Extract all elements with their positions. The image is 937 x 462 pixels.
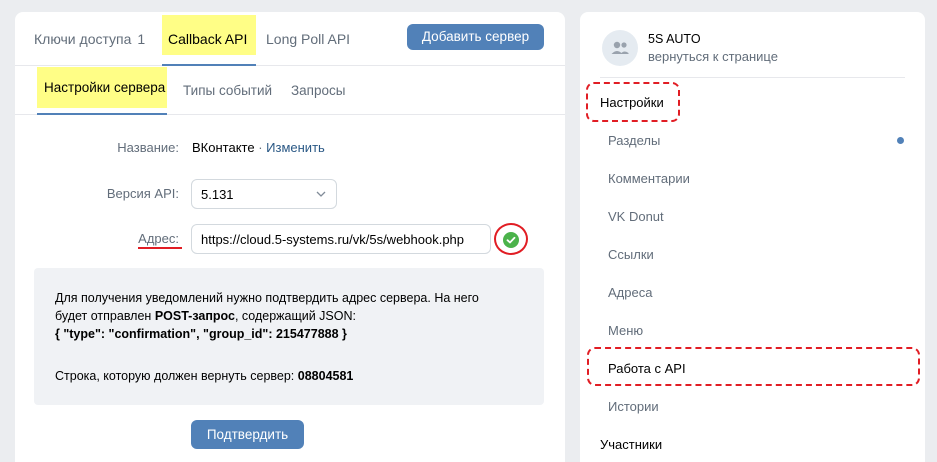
change-name-link[interactable]: Изменить (266, 140, 325, 155)
tab-server-settings[interactable]: Настройки сервера (37, 67, 167, 108)
info-line-3: { "type": "confirmation", "group_id": 21… (55, 325, 347, 343)
subtab-active-indicator (37, 113, 167, 115)
tab-requests[interactable]: Запросы (291, 83, 345, 98)
sidebar-item-sections[interactable]: Разделы (608, 133, 660, 148)
avatar[interactable] (602, 30, 638, 66)
info-line-2-suffix: , содержащий JSON: (234, 309, 356, 323)
group-name: 5S AUTO (648, 32, 701, 46)
info-line-2-prefix: будет отправлен (55, 309, 155, 323)
tab-access-keys[interactable]: Ключи доступа 1 (34, 31, 145, 47)
check-circle-icon (503, 232, 519, 248)
sidebar-item-api[interactable]: Работа с API (608, 361, 686, 376)
tab-server-settings-label: Настройки сервера (44, 80, 166, 95)
api-version-value: 5.131 (201, 187, 234, 202)
address-label-annotation (138, 247, 182, 249)
confirm-button[interactable]: Подтвердить (191, 420, 304, 449)
sidebar-section-settings[interactable]: Настройки (600, 95, 664, 110)
tab-event-types-label: Типы событий (183, 83, 273, 98)
info-line-4: Строка, которую должен вернуть сервер: 0… (55, 367, 353, 385)
info-line-4-prefix: Строка, которую должен вернуть сервер: (55, 369, 298, 383)
tab-long-poll-api-label: Long Poll API (266, 31, 351, 47)
sidebar-item-addresses[interactable]: Адреса (608, 285, 652, 300)
api-version-select[interactable]: 5.131 (191, 179, 337, 209)
tab-access-keys-label: Ключи доступа (34, 31, 132, 47)
name-row: ВКонтакте · Изменить (192, 140, 325, 155)
sidebar-item-links[interactable]: Ссылки (608, 247, 654, 262)
top-tabs: Ключи доступа 1 Callback API Long Poll AP… (15, 12, 565, 66)
chevron-down-icon (316, 191, 326, 197)
sidebar-item-vk-donut[interactable]: VK Donut (608, 209, 664, 224)
sidebar-section-members[interactable]: Участники (600, 437, 662, 452)
add-server-button[interactable]: Добавить сервер (407, 24, 544, 50)
address-input[interactable]: https://cloud.5-systems.ru/vk/5s/webhook… (191, 224, 491, 254)
name-value: ВКонтакте (192, 140, 255, 155)
post-request-label: POST-запрос (154, 309, 235, 323)
address-label: Адрес: (138, 231, 179, 246)
verified-annotation-circle (494, 223, 528, 255)
sidebar-item-menu[interactable]: Меню (608, 323, 643, 338)
info-line-2: будет отправлен POST-запрос, содержащий … (55, 307, 356, 325)
tab-access-keys-count: 1 (137, 31, 146, 47)
name-separator: · (258, 140, 263, 155)
name-label: Название: (117, 140, 179, 155)
tab-callback-api[interactable]: Callback API (162, 15, 256, 55)
sidebar-item-comments[interactable]: Комментарии (608, 171, 690, 186)
confirmation-info-box: Для получения уведомлений нужно подтверд… (34, 268, 544, 405)
community-menu-card: 5S AUTO вернуться к странице Настройки Р… (580, 12, 925, 462)
confirmation-code: 08804581 (297, 369, 354, 383)
divider (600, 77, 905, 78)
tab-requests-label: Запросы (291, 83, 346, 98)
notification-dot (897, 137, 904, 144)
callback-settings-card: Ключи доступа 1 Callback API Long Poll AP… (15, 12, 565, 462)
tab-long-poll-api[interactable]: Long Poll API (266, 31, 350, 47)
back-to-page-link[interactable]: вернуться к странице (648, 49, 778, 64)
info-line-1: Для получения уведомлений нужно подтверд… (55, 291, 479, 305)
address-value: https://cloud.5-systems.ru/vk/5s/webhook… (201, 232, 465, 247)
json-payload: { "type": "confirmation", "group_id": 21… (55, 327, 347, 341)
tab-active-indicator (162, 64, 256, 66)
sidebar-item-stories[interactable]: Истории (608, 399, 659, 414)
sub-tabs: Настройки сервера Типы событий Запросы (15, 67, 565, 115)
tab-callback-api-label: Callback API (168, 31, 248, 47)
api-version-label: Версия API: (106, 186, 179, 201)
group-icon (611, 41, 629, 54)
tab-event-types[interactable]: Типы событий (183, 83, 272, 98)
